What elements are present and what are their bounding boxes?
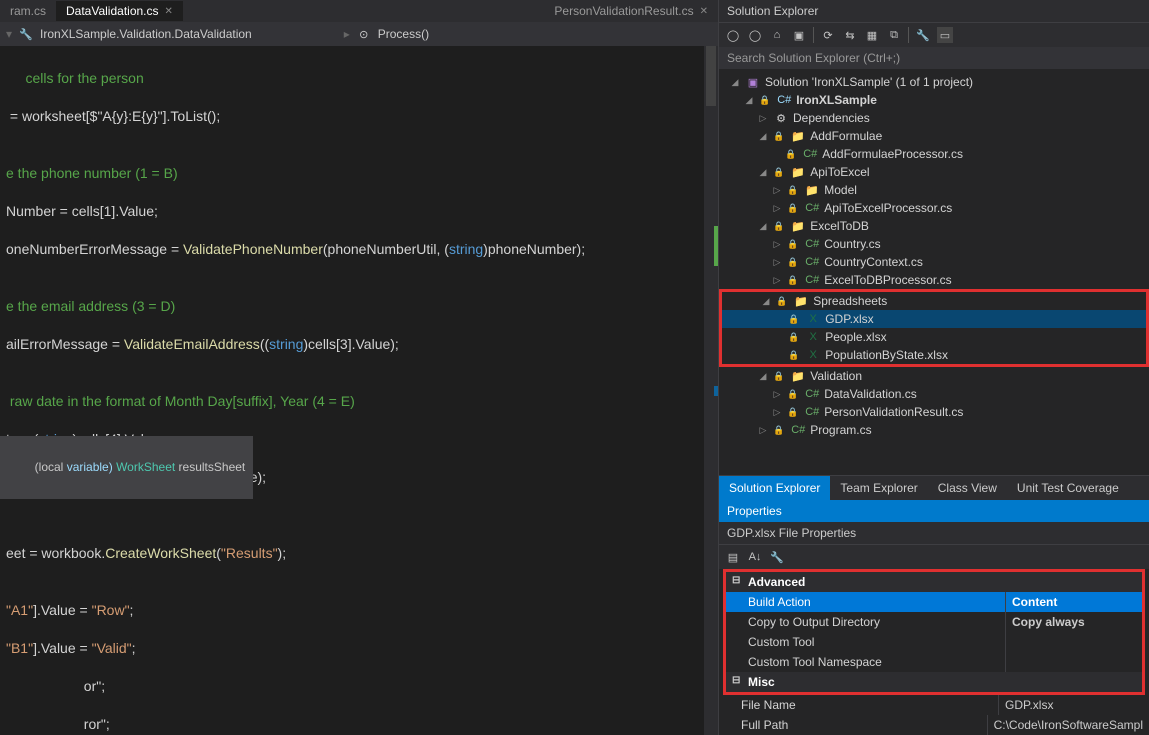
file-country[interactable]: ▷🔒C#Country.cs	[719, 235, 1149, 253]
show-all-icon[interactable]: ▦	[864, 27, 880, 43]
file-addformulae-processor[interactable]: 🔒C#AddFormulaeProcessor.cs	[719, 145, 1149, 163]
file-population[interactable]: 🔒XPopulationByState.xlsx	[722, 346, 1146, 364]
excel-icon: X	[805, 313, 821, 325]
folder-icon: 📁	[793, 295, 809, 308]
excel-icon: X	[805, 331, 821, 343]
forward-icon[interactable]: ◯	[747, 27, 763, 43]
prop-custom-tool[interactable]: Custom Tool	[726, 632, 1142, 652]
solution-toolbar: ◯ ◯ ⌂ ▣ ⟳ ⇆ ▦ ⧉ 🔧 ▭	[719, 22, 1149, 47]
excel-icon: X	[805, 349, 821, 361]
category-advanced[interactable]: Advanced	[726, 572, 1142, 592]
namespace-icon: 🔧	[18, 28, 34, 41]
folder-addformulae[interactable]: ◢🔒📁AddFormulae	[719, 127, 1149, 145]
dependencies-node[interactable]: ▷⚙Dependencies	[719, 109, 1149, 127]
file-countrycontext[interactable]: ▷🔒C#CountryContext.cs	[719, 253, 1149, 271]
folder-icon: 📁	[790, 370, 806, 383]
properties-subtitle: GDP.xlsx File Properties	[719, 522, 1149, 544]
file-apitoexcel-processor[interactable]: ▷🔒C#ApiToExcelProcessor.cs	[719, 199, 1149, 217]
file-exceltodb-processor[interactable]: ▷🔒C#ExcelToDBProcessor.cs	[719, 271, 1149, 289]
tab-unit-test-coverage[interactable]: Unit Test Coverage	[1007, 476, 1129, 500]
prop-full-path[interactable]: Full Path C:\Code\IronSoftwareSampl	[719, 715, 1149, 735]
solution-explorer-title: Solution Explorer	[719, 0, 1149, 22]
csharp-project-icon: C#	[776, 94, 792, 106]
cs-file-icon: C#	[804, 388, 820, 400]
editor-pane: ram.cs DataValidation.cs✕ PersonValidati…	[0, 0, 718, 735]
category-misc[interactable]: Misc	[726, 672, 1142, 692]
cs-file-icon: C#	[804, 202, 820, 214]
breadcrumb-namespace[interactable]: IronXLSample.Validation.DataValidation	[40, 27, 252, 41]
method-icon: ⊙	[356, 28, 372, 41]
categorize-icon[interactable]: ▤	[725, 549, 741, 565]
folder-model[interactable]: ▷🔒📁Model	[719, 181, 1149, 199]
file-datavalidation[interactable]: ▷🔒C#DataValidation.cs	[719, 385, 1149, 403]
prop-copy-output[interactable]: Copy to Output Directory Copy always	[726, 612, 1142, 632]
code-editor[interactable]: cells for the person = worksheet[$"A{y}:…	[0, 46, 718, 735]
document-tab-bar: ram.cs DataValidation.cs✕ PersonValidati…	[0, 0, 718, 22]
tab-program[interactable]: ram.cs	[0, 1, 56, 21]
tab-class-view[interactable]: Class View	[928, 476, 1007, 500]
folder-icon: 📁	[790, 166, 806, 179]
properties-icon[interactable]: 🔧	[915, 27, 931, 43]
cs-file-icon: C#	[802, 148, 818, 160]
cs-file-icon: C#	[804, 274, 820, 286]
tab-solution-explorer[interactable]: Solution Explorer	[719, 476, 830, 500]
breadcrumb[interactable]: ▾ 🔧 IronXLSample.Validation.DataValidati…	[0, 22, 718, 46]
properties-toolbar: ▤ A↓ 🔧	[719, 544, 1149, 569]
file-personvalidationresult[interactable]: ▷🔒C#PersonValidationResult.cs	[719, 403, 1149, 421]
folder-spreadsheets[interactable]: ◢🔒📁Spreadsheets	[722, 292, 1146, 310]
scroll-thumb[interactable]	[706, 46, 716, 106]
tab-team-explorer[interactable]: Team Explorer	[830, 476, 927, 500]
prop-file-name[interactable]: File Name GDP.xlsx	[719, 695, 1149, 715]
lock-icon: 🔒	[759, 95, 770, 106]
file-program[interactable]: ▷🔒C#Program.cs	[719, 421, 1149, 439]
folder-exceltodb[interactable]: ◢🔒📁ExcelToDB	[719, 217, 1149, 235]
cs-file-icon: C#	[804, 238, 820, 250]
tab-data-validation[interactable]: DataValidation.cs✕	[56, 1, 183, 21]
intellisense-tooltip: (local variable) WorkSheet resultsSheet	[0, 436, 253, 499]
home-icon[interactable]: ⌂	[769, 27, 785, 43]
sync-icon[interactable]: ▣	[791, 27, 807, 43]
solution-node[interactable]: ◢▣Solution 'IronXLSample' (1 of 1 projec…	[719, 73, 1149, 91]
collapse-icon[interactable]: ⇆	[842, 27, 858, 43]
refresh-icon[interactable]: ⟳	[820, 27, 836, 43]
folder-icon: 📁	[790, 130, 806, 143]
sort-icon[interactable]: A↓	[747, 549, 763, 565]
preview-icon[interactable]: ▭	[937, 27, 953, 43]
project-node[interactable]: ◢🔒C#IronXLSample	[719, 91, 1149, 109]
solution-icon: ▣	[745, 76, 761, 89]
explorer-tab-bar: Solution Explorer Team Explorer Class Vi…	[719, 475, 1149, 500]
property-pages-icon[interactable]: 🔧	[769, 549, 785, 565]
dependencies-icon: ⚙	[773, 112, 789, 125]
copy-icon[interactable]: ⧉	[886, 27, 902, 43]
right-pane: Solution Explorer ◯ ◯ ⌂ ▣ ⟳ ⇆ ▦ ⧉ 🔧 ▭ Se…	[718, 0, 1149, 735]
tab-person-validation[interactable]: PersonValidationResult.cs✕	[544, 1, 718, 21]
cs-file-icon: C#	[804, 256, 820, 268]
folder-validation[interactable]: ◢🔒📁Validation	[719, 367, 1149, 385]
breadcrumb-method[interactable]: Process()	[378, 27, 429, 41]
search-input[interactable]: Search Solution Explorer (Ctrl+;)	[719, 47, 1149, 69]
cs-file-icon: C#	[790, 424, 806, 436]
folder-apitoexcel[interactable]: ◢🔒📁ApiToExcel	[719, 163, 1149, 181]
back-icon[interactable]: ◯	[725, 27, 741, 43]
scrollbar[interactable]	[704, 46, 718, 735]
properties-title: Properties	[719, 500, 1149, 522]
file-people[interactable]: 🔒XPeople.xlsx	[722, 328, 1146, 346]
folder-icon: 📁	[790, 220, 806, 233]
close-icon[interactable]: ✕	[700, 6, 708, 17]
close-icon[interactable]: ✕	[165, 6, 173, 17]
properties-grid[interactable]: Advanced Build Action Content Copy to Ou…	[719, 569, 1149, 735]
solution-tree[interactable]: ◢▣Solution 'IronXLSample' (1 of 1 projec…	[719, 69, 1149, 475]
prop-custom-tool-ns[interactable]: Custom Tool Namespace	[726, 652, 1142, 672]
cs-file-icon: C#	[804, 406, 820, 418]
file-gdp[interactable]: 🔒XGDP.xlsx	[722, 310, 1146, 328]
prop-build-action[interactable]: Build Action Content	[726, 592, 1142, 612]
folder-icon: 📁	[804, 184, 820, 197]
